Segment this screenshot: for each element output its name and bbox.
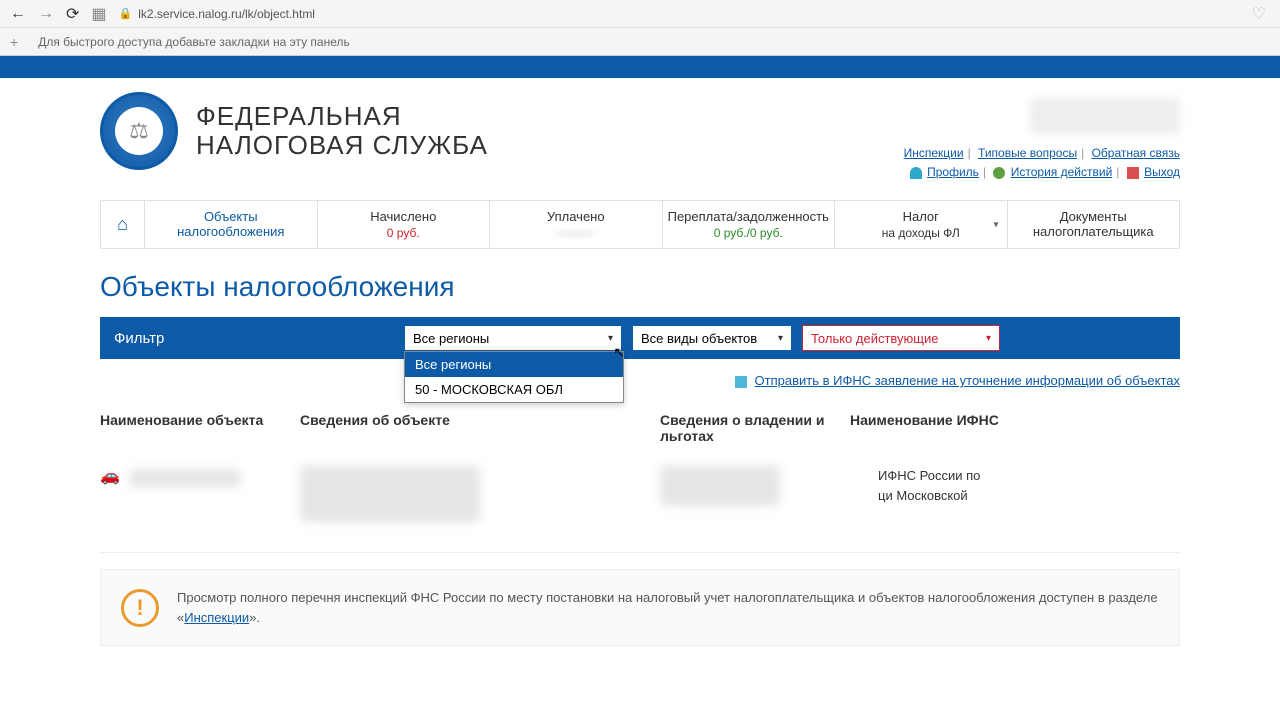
- tab-home[interactable]: ⌂: [101, 201, 145, 248]
- forward-button[interactable]: →: [38, 5, 54, 23]
- tab-ndfl[interactable]: Налог на доходы ФЛ ▾: [835, 201, 1008, 248]
- apps-button[interactable]: ▦: [91, 4, 106, 24]
- chevron-down-icon: ▾: [993, 219, 998, 230]
- filter-bar: Фильтр Все регионы ▾ ↖ Все регионы 50 - …: [100, 317, 1180, 359]
- chevron-down-icon: ▾: [986, 333, 991, 344]
- link-faq[interactable]: Типовые вопросы: [978, 146, 1077, 160]
- ifns-name: ИФНС России по ци Московской: [850, 466, 1180, 522]
- url-text: lk2.service.nalog.ru/lk/object.html: [138, 7, 315, 21]
- notice-inspections-link[interactable]: Инспекции: [184, 610, 249, 625]
- link-history[interactable]: История действий: [1011, 165, 1113, 179]
- table-header: Наименование объекта Сведения об объекте…: [100, 402, 1180, 454]
- lock-icon: 🔒: [119, 7, 133, 20]
- tab-paid[interactable]: Уплачено ———: [490, 201, 663, 248]
- person-icon: [910, 167, 922, 179]
- chevron-down-icon: ▾: [608, 333, 613, 344]
- car-icon: 🚗: [100, 468, 120, 485]
- tab-docs[interactable]: Документы налогоплательщика: [1008, 201, 1180, 248]
- col-object-info: Сведения об объекте: [300, 412, 660, 444]
- filter-label: Фильтр: [114, 330, 394, 347]
- table-row: 🚗 ИФНС России по ци Московской: [100, 454, 1180, 553]
- fns-logo: ⚖: [100, 92, 178, 170]
- paid-value-blurred: ———: [494, 226, 658, 240]
- region-select[interactable]: Все регионы ▾ ↖ Все регионы 50 - МОСКОВС…: [404, 325, 622, 351]
- clock-icon: [993, 167, 1005, 179]
- back-button[interactable]: ←: [10, 5, 26, 23]
- overunder-value: 0 руб./0 руб.: [667, 226, 831, 240]
- col-ownership: Сведения о владении и льготах: [660, 412, 850, 444]
- top-strip: [0, 56, 1280, 78]
- bookmarks-hint: Для быстрого доступа добавьте закладки н…: [38, 35, 350, 49]
- browser-toolbar: ← → ⟳ ▦ 🔒 lk2.service.nalog.ru/lk/object…: [0, 0, 1280, 28]
- tab-overunder[interactable]: Переплата/задолженность 0 руб./0 руб.: [663, 201, 836, 248]
- object-info-blurred: [300, 466, 480, 522]
- link-profile[interactable]: Профиль: [927, 165, 979, 179]
- reload-button[interactable]: ⟳: [66, 4, 79, 24]
- add-bookmark-button[interactable]: +: [10, 34, 18, 50]
- tab-accrued[interactable]: Начислено 0 руб.: [318, 201, 491, 248]
- object-name-blurred: [130, 469, 240, 487]
- site-brand: ⚖ ФЕДЕРАЛЬНАЯ НАЛОГОВАЯ СЛУЖБА: [100, 92, 488, 170]
- bookmarks-bar: + Для быстрого доступа добавьте закладки…: [0, 28, 1280, 56]
- col-object-name: Наименование объекта: [100, 412, 300, 444]
- region-option[interactable]: Все регионы: [405, 352, 623, 377]
- main-tabs: ⌂ Объекты налогообложения Начислено 0 ру…: [100, 200, 1180, 249]
- region-dropdown: Все регионы 50 - МОСКОВСКАЯ ОБЛ: [404, 351, 624, 403]
- region-option[interactable]: 50 - МОСКОВСКАЯ ОБЛ: [405, 377, 623, 402]
- exit-icon: [1127, 167, 1139, 179]
- col-ifns: Наименование ИФНС: [850, 412, 1180, 444]
- accrued-value: 0 руб.: [322, 226, 486, 240]
- brand-line2: НАЛОГОВАЯ СЛУЖБА: [196, 131, 488, 160]
- object-type-select[interactable]: Все виды объектов ▾: [632, 325, 792, 351]
- link-feedback[interactable]: Обратная связь: [1092, 146, 1180, 160]
- warning-icon: !: [121, 589, 159, 627]
- page-title: Объекты налогообложения: [100, 271, 1180, 303]
- link-inspections[interactable]: Инспекции: [904, 146, 964, 160]
- brand-line1: ФЕДЕРАЛЬНАЯ: [196, 102, 488, 131]
- info-notice: ! Просмотр полного перечня инспекций ФНС…: [100, 569, 1180, 646]
- user-name-blurred: [1030, 98, 1180, 134]
- address-bar[interactable]: 🔒 lk2.service.nalog.ru/lk/object.html: [119, 7, 1240, 21]
- status-select[interactable]: Только действующие ▾: [802, 325, 1000, 351]
- ownership-blurred: [660, 466, 780, 506]
- favorite-icon[interactable]: ♡: [1252, 4, 1266, 24]
- home-icon: ⌂: [117, 214, 128, 235]
- tab-objects[interactable]: Объекты налогообложения: [145, 201, 318, 248]
- clarify-info-link[interactable]: Отправить в ИФНС заявление на уточнение …: [755, 373, 1180, 388]
- link-logout[interactable]: Выход: [1144, 165, 1180, 179]
- document-icon: [735, 376, 747, 388]
- chevron-down-icon: ▾: [778, 333, 783, 344]
